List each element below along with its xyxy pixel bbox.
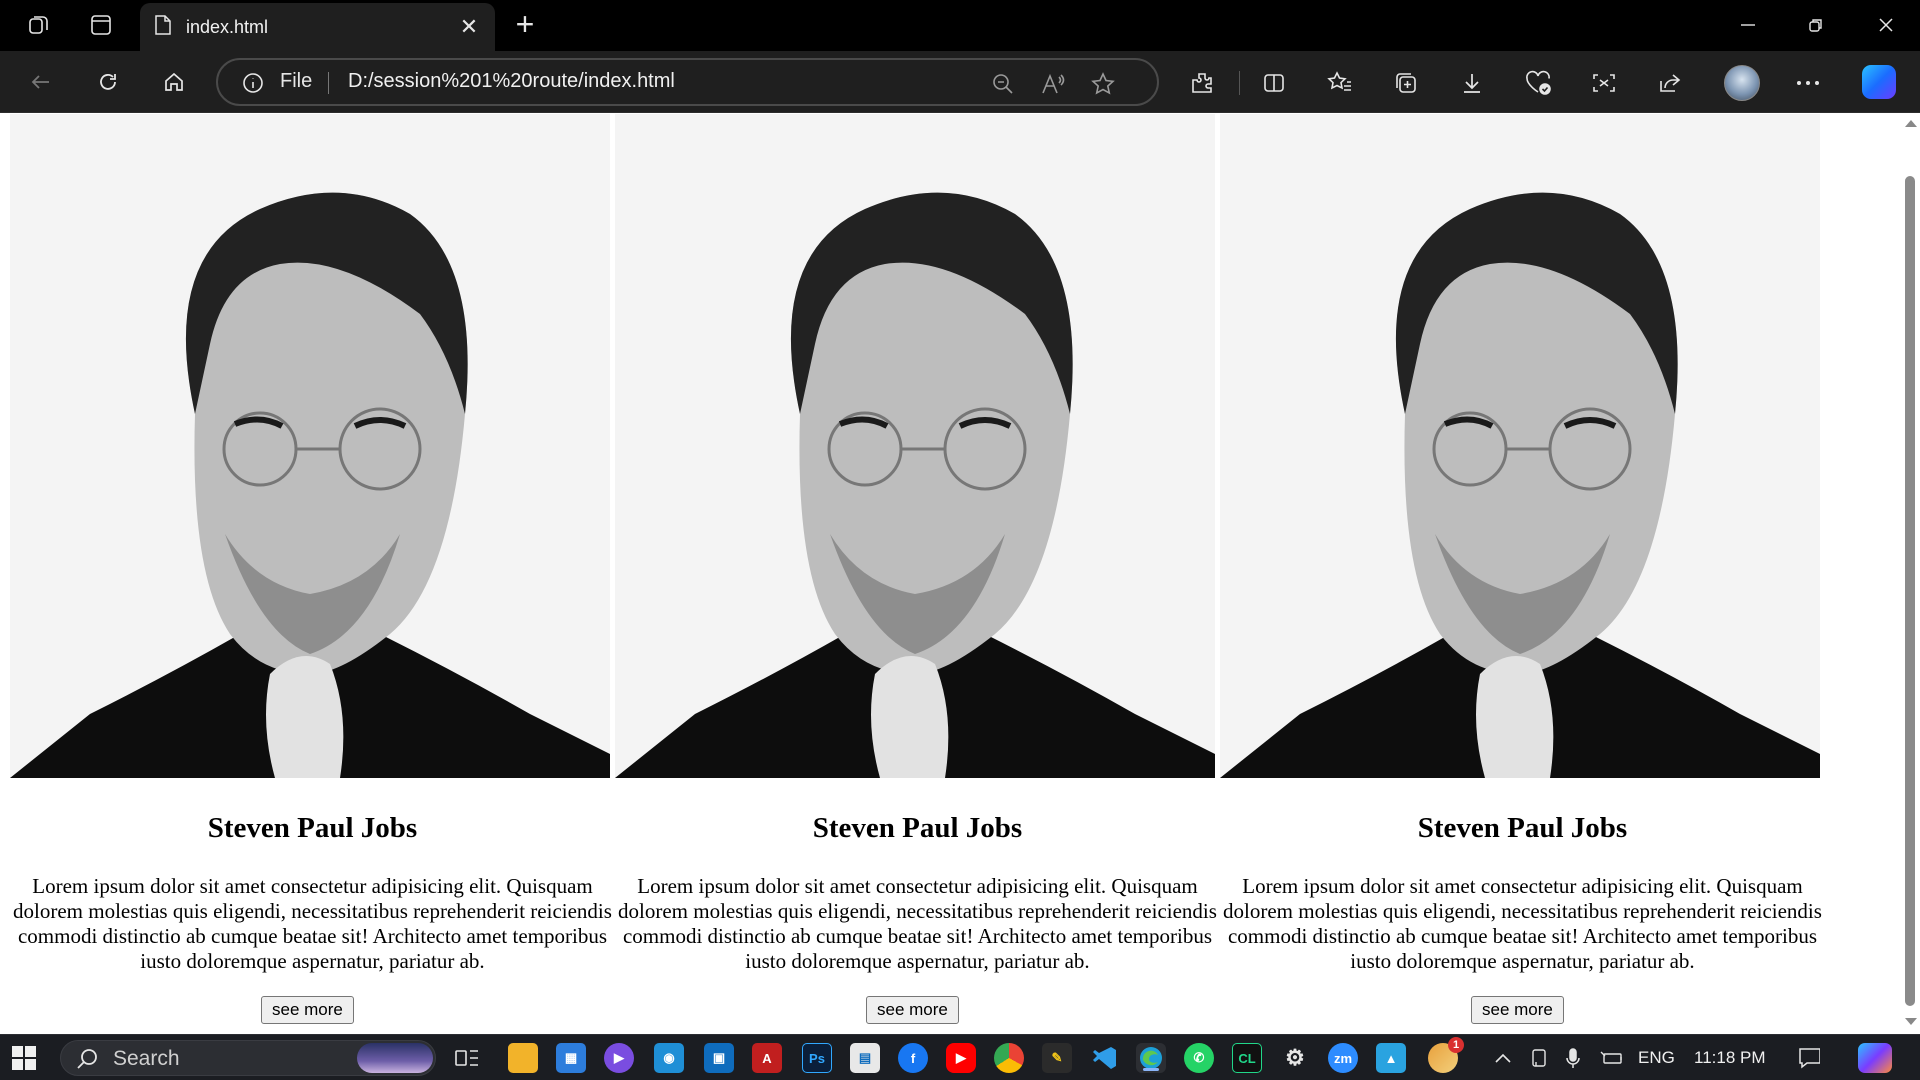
chevron-up-icon[interactable] (1492, 1047, 1514, 1069)
new-tab-button[interactable]: + (510, 8, 540, 40)
extensions-icon[interactable] (1188, 69, 1216, 97)
scroll-down-arrow-icon[interactable] (1905, 1018, 1917, 1025)
tab-title: index.html (186, 16, 269, 37)
url-scheme: File (280, 70, 313, 92)
calendar-app-icon[interactable]: ▣ (704, 1043, 734, 1073)
clion-icon[interactable]: CL (1232, 1043, 1262, 1073)
vscode-icon[interactable] (1090, 1043, 1120, 1073)
close-window-button[interactable] (1866, 10, 1906, 40)
browser-essentials-icon[interactable] (1524, 69, 1552, 97)
split-screen-icon[interactable] (1260, 69, 1288, 97)
taskbar-search-box[interactable]: Search (60, 1040, 436, 1076)
scrollbar-thumb[interactable] (1905, 176, 1915, 1006)
windows-taskbar: Search ▦ ▶ ◉ ▣ A Ps ▤ f ▶ ✎ ✆ CL ⚙ zm ▲ … (0, 1034, 1920, 1080)
weather-icon[interactable]: 1 (1428, 1037, 1464, 1073)
url-text[interactable]: D:/session%201%20route/index.html (348, 70, 675, 93)
notification-badge: 1 (1448, 1037, 1464, 1053)
profile-avatar[interactable] (1724, 65, 1760, 101)
microsoft-store-icon[interactable]: ▦ (556, 1043, 586, 1073)
tab-index-html[interactable]: index.html ✕ (140, 3, 495, 51)
browser-title-bar: index.html ✕ + (0, 0, 1920, 51)
tab-actions-icon[interactable] (88, 12, 114, 38)
scroll-up-arrow-icon[interactable] (1905, 120, 1917, 127)
edge-browser-icon[interactable] (1136, 1043, 1166, 1073)
portrait-image (615, 114, 1215, 778)
page-viewport: Steven Paul Jobs Lorem ipsum dolor sit a… (0, 114, 1900, 1034)
back-button[interactable] (26, 67, 56, 97)
minimize-button[interactable] (1728, 10, 1768, 40)
card-name: Steven Paul Jobs (812, 812, 1023, 844)
divider (328, 72, 329, 94)
whiteboard-icon[interactable]: ▤ (850, 1043, 880, 1073)
browser-toolbar: File D:/session%201%20route/index.html (0, 51, 1920, 113)
address-bar[interactable]: File D:/session%201%20route/index.html (216, 58, 1159, 106)
photos-icon[interactable]: ▲ (1376, 1043, 1406, 1073)
acrobat-icon[interactable]: A (752, 1043, 782, 1073)
language-indicator[interactable]: ENG (1638, 1048, 1675, 1068)
see-more-button[interactable]: see more (1471, 996, 1564, 1024)
windows-start-icon[interactable] (12, 1046, 36, 1070)
whatsapp-icon[interactable]: ✆ (1184, 1043, 1214, 1073)
favorite-star-icon[interactable] (1090, 71, 1116, 97)
search-label: Search (113, 1047, 180, 1070)
divider (1239, 71, 1240, 95)
card-description: Lorem ipsum dolor sit amet consectetur a… (13, 874, 612, 973)
vertical-scrollbar[interactable] (1900, 114, 1920, 1034)
copilot-taskbar-icon[interactable] (1858, 1043, 1892, 1073)
camera-app-icon[interactable]: ◉ (654, 1043, 684, 1073)
read-aloud-icon[interactable] (1040, 71, 1066, 97)
see-more-button[interactable]: see more (866, 996, 959, 1024)
home-button[interactable] (159, 67, 189, 97)
card-name: Steven Paul Jobs (1417, 812, 1628, 844)
search-highlight-image (357, 1043, 433, 1073)
facebook-icon[interactable]: f (898, 1043, 928, 1073)
system-clock[interactable]: 11:18 PM (1694, 1048, 1766, 1068)
collections-icon[interactable] (1392, 69, 1420, 97)
more-options-icon[interactable] (1794, 69, 1822, 97)
power-automate-icon[interactable]: ▶ (604, 1043, 634, 1073)
downloads-icon[interactable] (1458, 69, 1486, 97)
refresh-button[interactable] (93, 67, 123, 97)
card-description: Lorem ipsum dolor sit amet consectetur a… (618, 874, 1217, 973)
share-icon[interactable] (1656, 69, 1684, 97)
zoom-out-icon[interactable] (990, 71, 1016, 97)
close-tab-icon[interactable]: ✕ (457, 14, 481, 40)
chrome-icon[interactable] (994, 1043, 1024, 1073)
notifications-icon[interactable] (1798, 1047, 1820, 1069)
touchpad-icon[interactable] (1528, 1047, 1550, 1069)
copilot-icon[interactable] (1862, 65, 1896, 99)
document-icon (154, 14, 172, 41)
microphone-icon[interactable] (1562, 1047, 1584, 1069)
portrait-image (1220, 114, 1820, 778)
card-name: Steven Paul Jobs (207, 812, 418, 844)
site-info-icon[interactable] (242, 72, 264, 94)
see-more-button[interactable]: see more (261, 996, 354, 1024)
workspaces-icon[interactable] (26, 12, 52, 38)
battery-network-icon[interactable] (1600, 1047, 1622, 1069)
task-view-icon[interactable] (452, 1043, 482, 1073)
active-indicator (1143, 1068, 1159, 1071)
favorites-icon[interactable] (1326, 69, 1354, 97)
youtube-icon[interactable]: ▶ (946, 1043, 976, 1073)
settings-gear-icon[interactable]: ⚙ (1280, 1043, 1310, 1073)
file-explorer-icon[interactable] (508, 1043, 538, 1073)
zoom-icon[interactable]: zm (1328, 1043, 1358, 1073)
restore-button[interactable] (1796, 10, 1836, 40)
card-description: Lorem ipsum dolor sit amet consectetur a… (1223, 874, 1822, 973)
photoshop-icon[interactable]: Ps (802, 1043, 832, 1073)
portrait-image (10, 114, 610, 778)
search-icon (75, 1047, 99, 1071)
screenshot-icon[interactable] (1590, 69, 1618, 97)
pycharm-edu-icon[interactable]: ✎ (1042, 1043, 1072, 1073)
